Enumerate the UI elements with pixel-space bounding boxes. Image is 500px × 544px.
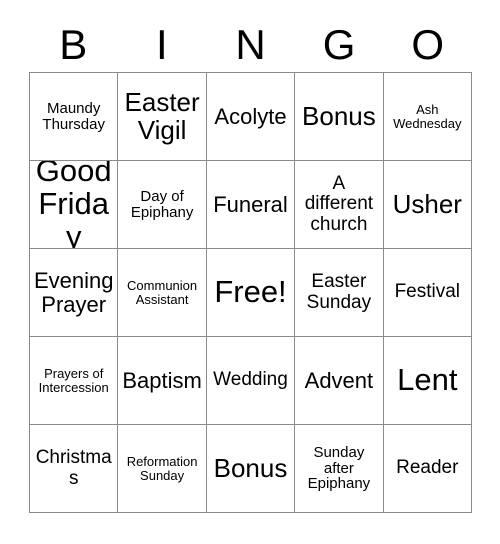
bingo-cell[interactable]: Good Friday <box>30 161 119 249</box>
bingo-cell-label: Easter Sunday <box>306 271 372 313</box>
bingo-cell-label: Advent <box>304 367 374 393</box>
bingo-cell[interactable]: Wedding <box>206 337 296 425</box>
bingo-cell[interactable]: Day of Epiphany <box>118 161 207 249</box>
bingo-cell-label: Free! <box>214 274 287 310</box>
bingo-cell-label: Lent <box>397 362 458 398</box>
bingo-cell-label: Usher <box>392 188 462 219</box>
bingo-cell-label: Wedding <box>213 369 288 391</box>
bingo-cell[interactable]: Christmas <box>30 425 119 513</box>
bingo-cell[interactable]: Funeral <box>206 161 296 249</box>
bingo-cell[interactable]: A different church <box>295 161 384 249</box>
bingo-cell[interactable]: Communion Assistant <box>118 249 207 337</box>
bingo-header-letter-b: B <box>59 21 88 68</box>
bingo-cell[interactable]: Reader <box>383 425 472 513</box>
bingo-cell-label: Acolyte <box>214 103 287 129</box>
bingo-cell-label: Day of Epiphany <box>130 187 194 221</box>
bingo-cell[interactable]: Lent <box>383 337 472 425</box>
bingo-cell-label: Festival <box>394 281 461 303</box>
bingo-header-letter-g: G <box>322 21 356 68</box>
bingo-cell[interactable]: Easter Sunday <box>295 249 384 337</box>
bingo-cell[interactable]: Acolyte <box>206 73 296 161</box>
bingo-cell[interactable]: Bonus <box>206 425 296 513</box>
bingo-cell-free-space[interactable]: Free! <box>206 249 296 337</box>
bingo-grid: Maundy Thursday Easter Vigil Acolyte Bon… <box>29 72 472 513</box>
bingo-cell[interactable]: Bonus <box>295 73 384 161</box>
bingo-cell[interactable]: Easter Vigil <box>118 73 207 161</box>
bingo-cell[interactable]: Advent <box>295 337 384 425</box>
bingo-cell-label: Evening Prayer <box>33 268 114 317</box>
bingo-cell-label: Ash Wednesday <box>393 101 462 131</box>
bingo-cell-label: Maundy Thursday <box>42 99 105 133</box>
bingo-header-letter-i: I <box>156 21 168 68</box>
bingo-cell-label: Funeral <box>213 191 288 217</box>
bingo-cell-label: Sunday after Epiphany <box>307 443 371 493</box>
bingo-cell-label: Baptism <box>122 367 202 393</box>
bingo-cell[interactable]: Ash Wednesday <box>383 73 472 161</box>
bingo-cell-label: Bonus <box>302 100 376 131</box>
bingo-cell[interactable]: Prayers of Intercession <box>30 337 119 425</box>
bingo-cell[interactable]: Reformation Sunday <box>118 425 207 513</box>
bingo-cell-label: Good Friday <box>35 161 112 249</box>
bingo-cell-label: A different church <box>304 173 374 235</box>
bingo-cell-label: Prayers of Intercession <box>38 365 109 395</box>
bingo-cell-label: Easter Vigil <box>124 86 200 145</box>
bingo-cell[interactable]: Maundy Thursday <box>30 73 119 161</box>
bingo-cell[interactable]: Sunday after Epiphany <box>295 425 384 513</box>
bingo-cell-label: Reader <box>396 457 459 479</box>
bingo-cell[interactable]: Baptism <box>118 337 207 425</box>
bingo-header-letter-o: O <box>411 21 444 68</box>
bingo-cell-label: Bonus <box>213 452 288 483</box>
bingo-cell[interactable]: Evening Prayer <box>30 249 119 337</box>
bingo-cell-label: Communion Assistant <box>127 277 198 307</box>
bingo-header-row: B I N G O <box>29 18 472 72</box>
bingo-card: B I N G O Maundy Thursday Easter Vigil A… <box>0 0 500 544</box>
bingo-cell-label: Christmas <box>35 447 112 489</box>
bingo-cell-label: Reformation Sunday <box>126 453 198 483</box>
bingo-header-letter-n: N <box>235 21 266 68</box>
bingo-cell[interactable]: Festival <box>383 249 472 337</box>
bingo-cell[interactable]: Usher <box>383 161 472 249</box>
